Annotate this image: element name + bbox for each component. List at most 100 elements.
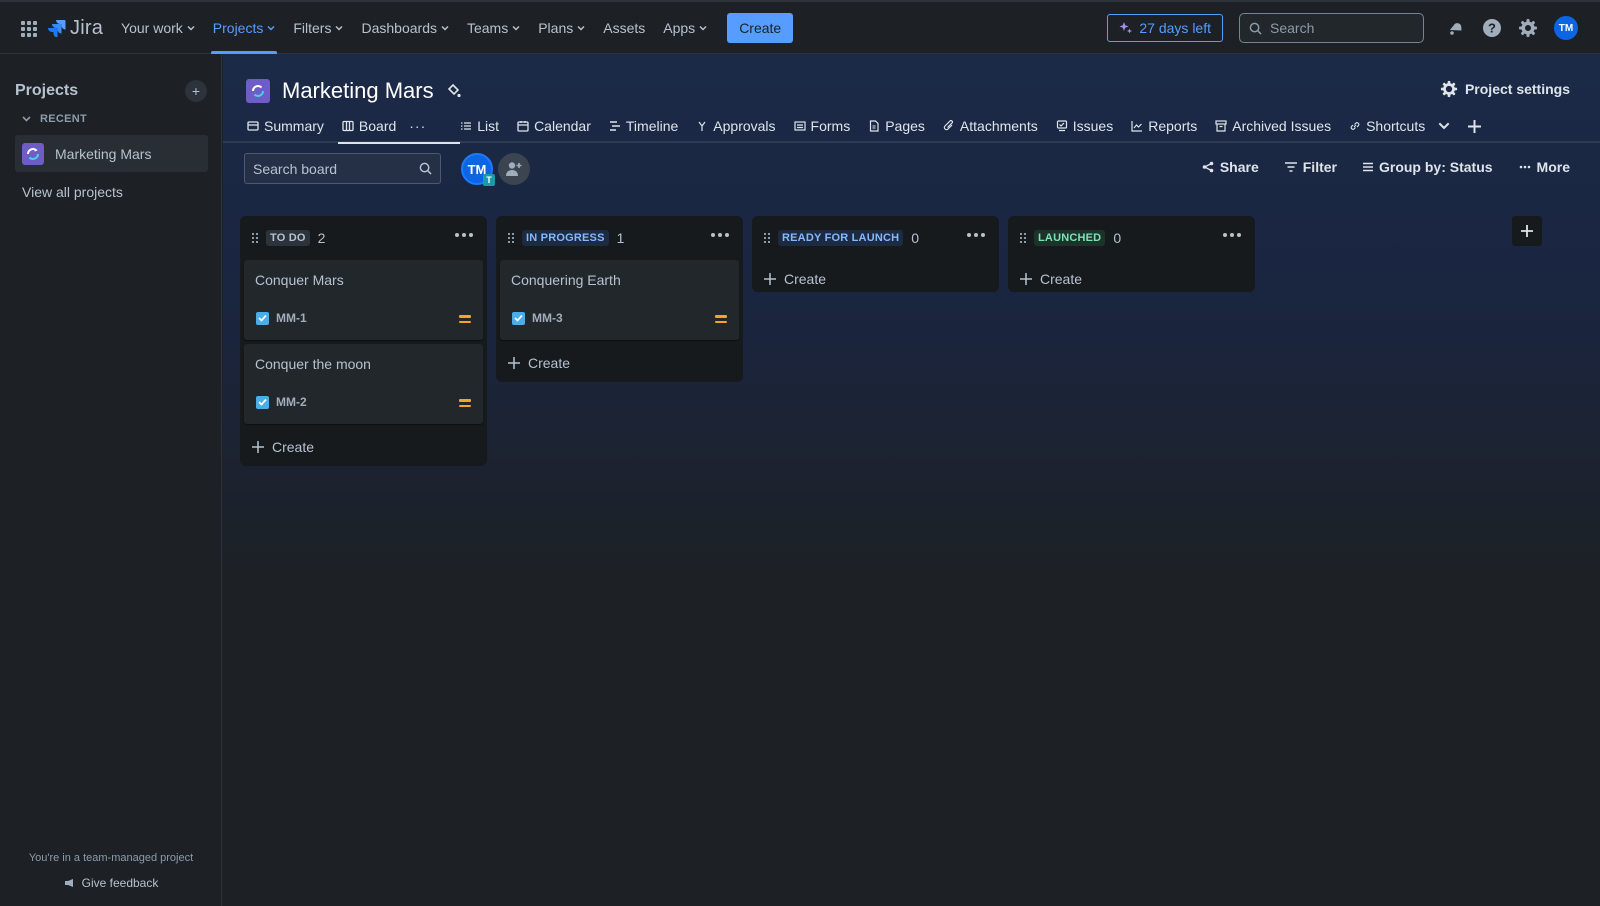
- tab-reports[interactable]: Reports: [1131, 110, 1197, 142]
- user-avatar[interactable]: TM: [1554, 16, 1578, 40]
- nav-item-filters[interactable]: Filters: [293, 2, 344, 54]
- create-label: Create: [1040, 271, 1083, 287]
- tab-archived-issues[interactable]: Archived Issues: [1215, 110, 1331, 142]
- create-issue-button[interactable]: Create: [1008, 260, 1255, 298]
- column-more-icon[interactable]: [455, 233, 473, 237]
- avatar-badge: T: [483, 174, 495, 186]
- main-content: Marketing Mars Project settings Summary B…: [223, 54, 1600, 906]
- plus-icon: [252, 441, 264, 453]
- chevron-down-icon[interactable]: [1438, 120, 1450, 132]
- add-people-button[interactable]: [498, 153, 530, 185]
- drag-handle-icon[interactable]: [252, 233, 258, 243]
- top-navigation: Jira Your work Projects Filters Dashboards T…: [0, 0, 1600, 54]
- nav-item-apps[interactable]: Apps: [663, 2, 707, 54]
- issue-card[interactable]: Conquer Mars MM-1: [244, 260, 483, 340]
- tab-label: Reports: [1148, 118, 1198, 134]
- tab-summary[interactable]: Summary: [247, 110, 324, 142]
- notifications-icon[interactable]: [1445, 17, 1467, 39]
- paint-bucket-icon[interactable]: [446, 83, 462, 99]
- column-header[interactable]: TO DO 2: [240, 216, 487, 260]
- group-by-button[interactable]: Group by: Status: [1362, 159, 1493, 175]
- issue-card[interactable]: Conquer the moon MM-2: [244, 344, 483, 424]
- column-issue-count: 2: [317, 230, 326, 246]
- chevron-down-icon: [577, 25, 585, 31]
- create-issue-button[interactable]: Create: [752, 260, 999, 298]
- drag-handle-icon[interactable]: [508, 233, 514, 243]
- sidebar-project-item[interactable]: Marketing Mars: [15, 135, 208, 172]
- tab-attachments[interactable]: Attachments: [943, 110, 1038, 142]
- tab-shortcuts[interactable]: Shortcuts: [1349, 110, 1450, 142]
- drag-handle-icon[interactable]: [764, 233, 770, 243]
- recent-section-toggle[interactable]: RECENT: [22, 113, 87, 125]
- plus-icon: [1468, 119, 1482, 133]
- tab-board[interactable]: Board ···: [337, 110, 461, 144]
- tab-label: Pages: [885, 118, 925, 134]
- reports-icon: [1131, 121, 1143, 132]
- add-tab-button[interactable]: [1468, 110, 1482, 142]
- help-icon[interactable]: ?: [1481, 17, 1503, 39]
- project-name: Marketing Mars: [55, 145, 152, 162]
- nav-item-assets[interactable]: Assets: [603, 2, 645, 54]
- nav-item-label: Assets: [603, 20, 646, 36]
- column-more-icon[interactable]: [1223, 233, 1241, 237]
- column-header[interactable]: READY FOR LAUNCH 0: [752, 216, 999, 260]
- tab-label: Attachments: [959, 118, 1038, 134]
- more-button[interactable]: More: [1519, 159, 1570, 175]
- tab-forms[interactable]: Forms: [793, 110, 850, 142]
- project-settings-button[interactable]: Project settings: [1440, 80, 1570, 98]
- board-column: READY FOR LAUNCH 0 Create: [752, 216, 999, 292]
- jira-mark-icon: [48, 20, 66, 37]
- add-column-button[interactable]: [1512, 216, 1542, 246]
- megaphone-icon: [64, 879, 73, 887]
- board-search-input[interactable]: Search board: [244, 153, 441, 184]
- column-header[interactable]: LAUNCHED 0: [1008, 216, 1255, 260]
- settings-gear-icon: [1440, 80, 1458, 98]
- app-switcher-icon[interactable]: [18, 18, 38, 38]
- create-issue-button[interactable]: Create: [496, 344, 743, 382]
- create-issue-button[interactable]: Create: [240, 428, 487, 466]
- add-person-icon: [506, 162, 522, 176]
- view-all-projects-link[interactable]: View all projects: [22, 184, 123, 200]
- chevron-down-icon: [22, 116, 31, 122]
- nav-item-projects[interactable]: Projects: [210, 2, 277, 54]
- issue-key[interactable]: MM-3: [532, 311, 563, 325]
- issues-icon: [1056, 120, 1067, 132]
- search-placeholder: Search: [1270, 20, 1315, 36]
- team-managed-note: You're in a team-managed project: [28, 852, 194, 864]
- nav-item-dashboards[interactable]: Dashboards: [361, 2, 449, 54]
- create-label: Create: [272, 439, 315, 455]
- create-button[interactable]: Create: [727, 13, 794, 43]
- column-issue-count: 0: [1113, 230, 1122, 246]
- nav-item-your-work[interactable]: Your work: [121, 2, 195, 54]
- tab-list[interactable]: List: [460, 110, 499, 142]
- board-column: IN PROGRESS 1 Conquering Earth MM-3 Crea…: [496, 216, 743, 382]
- issue-key[interactable]: MM-2: [276, 395, 307, 409]
- column-more-icon[interactable]: [967, 233, 985, 237]
- create-label: Create: [528, 355, 571, 371]
- share-button[interactable]: Share: [1202, 159, 1259, 175]
- nav-item-teams[interactable]: Teams: [467, 2, 520, 54]
- tab-approvals[interactable]: Approvals: [696, 110, 776, 142]
- settings-gear-icon[interactable]: [1517, 17, 1539, 39]
- search-icon: [419, 162, 432, 175]
- tab-more-icon[interactable]: ···: [409, 118, 426, 134]
- issue-key[interactable]: MM-1: [276, 311, 307, 325]
- tab-calendar[interactable]: Calendar: [517, 110, 591, 142]
- tab-timeline[interactable]: Timeline: [609, 110, 678, 142]
- add-project-button[interactable]: +: [185, 80, 207, 102]
- drag-handle-icon[interactable]: [1020, 233, 1026, 243]
- issue-card[interactable]: Conquering Earth MM-3: [500, 260, 739, 340]
- search-input[interactable]: Search: [1239, 13, 1424, 43]
- assignee-avatar-filter[interactable]: TM T: [461, 153, 495, 186]
- nav-item-plans[interactable]: Plans: [538, 2, 585, 54]
- priority-medium-icon: [715, 315, 727, 323]
- trial-button[interactable]: 27 days left: [1107, 14, 1223, 42]
- filter-button[interactable]: Filter: [1284, 159, 1337, 175]
- column-header[interactable]: IN PROGRESS 1: [496, 216, 743, 260]
- give-feedback-link[interactable]: Give feedback: [0, 876, 222, 890]
- priority-medium-icon: [459, 315, 471, 323]
- jira-logo[interactable]: Jira: [48, 17, 103, 40]
- column-more-icon[interactable]: [711, 233, 729, 237]
- tab-issues[interactable]: Issues: [1056, 110, 1113, 142]
- tab-pages[interactable]: Pages: [868, 110, 925, 142]
